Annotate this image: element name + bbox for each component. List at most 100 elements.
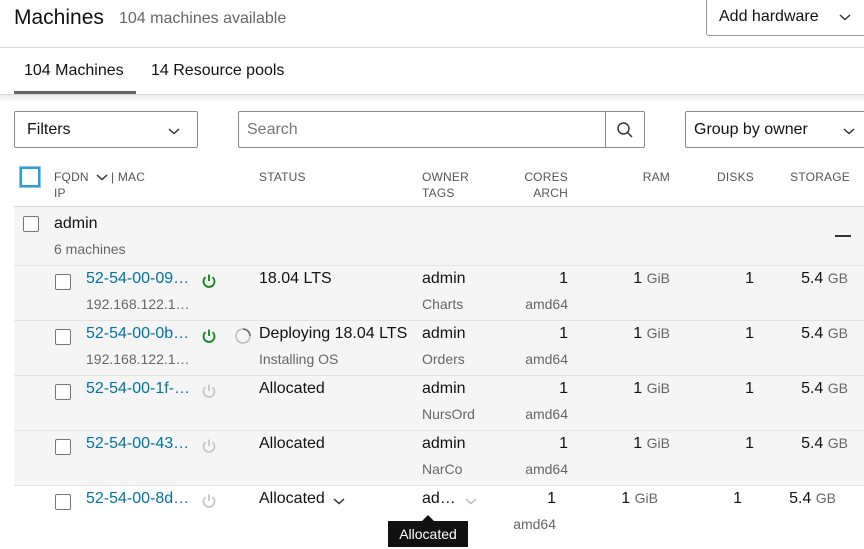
column-header-tags[interactable]: TAGS	[422, 185, 455, 201]
search-input[interactable]	[238, 111, 606, 148]
machine-status: 18.04 LTS	[259, 270, 332, 287]
machine-cores: 1	[559, 380, 568, 397]
sort-chevron-icon[interactable]	[95, 170, 109, 184]
ram-value: 1	[621, 490, 631, 507]
storage-unit: GB	[827, 380, 848, 396]
column-header-owner[interactable]: OWNER	[422, 169, 469, 185]
column-header-storage[interactable]: STORAGE	[790, 169, 850, 185]
ram-unit: GiB	[646, 325, 670, 341]
machine-fqdn-link[interactable]: 52-54-00-0b…	[86, 325, 189, 343]
machine-ram: 1 GiB	[633, 435, 670, 453]
column-header-arch[interactable]: ARCH	[533, 185, 568, 201]
machine-owner: ad…	[422, 490, 456, 507]
machine-arch: amd64	[525, 351, 568, 367]
table-header: FQDN | MAC IP STATUS OWNER TAGS CORES AR…	[14, 160, 864, 207]
machine-ram: 1 GiB	[633, 325, 670, 343]
ram-value: 1	[633, 325, 643, 342]
machine-storage: 5.4 GB	[801, 435, 848, 453]
machine-cores: 1	[559, 325, 568, 342]
select-all-checkbox[interactable]	[20, 167, 40, 187]
machine-fqdn-link[interactable]: 52-54-00-09…	[86, 270, 189, 288]
status-menu-chevron-icon[interactable]	[332, 494, 346, 508]
tab-machines[interactable]: 104 Machines	[24, 62, 124, 80]
collapse-group-icon[interactable]	[835, 235, 851, 237]
ram-unit: GiB	[646, 270, 670, 286]
spinner-icon	[235, 328, 251, 344]
table-row[interactable]: 52-54-00-0b… 192.168.122.1… Deploying 18…	[14, 321, 864, 376]
power-on-icon[interactable]	[200, 327, 218, 345]
machine-storage: 5.4 GB	[801, 325, 848, 343]
status-tooltip: Allocated	[388, 515, 468, 547]
storage-value: 5.4	[801, 435, 824, 452]
power-off-icon[interactable]	[200, 437, 218, 455]
column-header-ip[interactable]: IP	[54, 185, 66, 201]
add-hardware-button[interactable]: Add hardware	[706, 0, 864, 36]
machine-fqdn-link[interactable]: 52-54-00-1f-…	[86, 380, 190, 398]
column-header-disks[interactable]: DISKS	[717, 169, 754, 185]
owner-menu-chevron-icon[interactable]	[464, 494, 478, 508]
machine-ram: 1 GiB	[633, 380, 670, 398]
active-tab-indicator	[14, 91, 136, 94]
machine-disks: 1	[745, 435, 754, 452]
column-header-ram[interactable]: RAM	[643, 169, 670, 185]
row-checkbox[interactable]	[55, 384, 71, 400]
power-off-icon[interactable]	[200, 492, 218, 510]
tab-resource-pools[interactable]: 14 Resource pools	[151, 62, 284, 80]
header-shadow	[0, 95, 864, 103]
group-checkbox[interactable]	[23, 216, 39, 232]
ram-value: 1	[633, 270, 643, 287]
machine-storage: 5.4 GB	[801, 380, 848, 398]
group-by-label: Group by owner	[694, 121, 808, 138]
machine-status: Allocated	[259, 380, 325, 397]
row-checkbox[interactable]	[55, 274, 71, 290]
machine-status-detail: Installing OS	[259, 351, 339, 367]
machine-tags: NarCo	[422, 461, 463, 477]
storage-value: 5.4	[801, 325, 824, 342]
machine-storage: 5.4 GB	[789, 490, 836, 508]
machine-cores: 1	[559, 270, 568, 287]
machine-arch: amd64	[525, 406, 568, 422]
row-checkbox[interactable]	[55, 439, 71, 455]
row-checkbox[interactable]	[55, 494, 71, 510]
table-row[interactable]: 52-54-00-1f-… Allocated admin NursOrd 1 …	[14, 376, 864, 431]
column-header-fqdn[interactable]: FQDN	[54, 169, 89, 185]
machine-fqdn-link[interactable]: 52-54-00-8d…	[86, 490, 189, 508]
ram-value: 1	[633, 380, 643, 397]
machine-ram: 1 GiB	[621, 490, 658, 508]
storage-unit: GB	[815, 490, 836, 506]
search-icon	[617, 122, 633, 138]
group-name: admin	[54, 215, 98, 232]
group-machine-count: 6 machines	[54, 241, 126, 257]
ram-value: 1	[633, 435, 643, 452]
power-off-icon[interactable]	[200, 382, 218, 400]
ram-unit: GiB	[646, 380, 670, 396]
machine-disks: 1	[745, 380, 754, 397]
table-row[interactable]: 52-54-00-09… 192.168.122.1… 18.04 LTS ad…	[14, 266, 864, 321]
group-by-dropdown[interactable]: Group by owner	[685, 111, 864, 148]
machine-arch: amd64	[525, 461, 568, 477]
table-row[interactable]: 52-54-00-43… Allocated admin NarCo 1 amd…	[14, 431, 864, 486]
storage-unit: GB	[827, 325, 848, 341]
machine-status: Deploying 18.04 LTS	[259, 325, 408, 342]
machine-disks: 1	[733, 490, 742, 507]
machines-available-count: 104 machines available	[119, 10, 287, 27]
machine-ram: 1 GiB	[633, 270, 670, 288]
tab-bar: 104 Machines 14 Resource pools	[0, 49, 864, 95]
power-on-icon[interactable]	[200, 272, 218, 290]
page-title: Machines	[14, 6, 104, 29]
filters-dropdown[interactable]: Filters	[14, 111, 198, 148]
storage-value: 5.4	[801, 270, 824, 287]
ram-unit: GiB	[646, 435, 670, 451]
machine-tags: NursOrd	[422, 406, 475, 422]
storage-unit: GB	[827, 270, 848, 286]
row-checkbox[interactable]	[55, 329, 71, 345]
machine-owner: admin	[422, 380, 466, 397]
column-header-status[interactable]: STATUS	[259, 169, 306, 185]
owner-group-row: admin 6 machines	[14, 207, 864, 266]
column-header-mac[interactable]: | MAC	[111, 169, 145, 185]
column-header-cores[interactable]: CORES	[524, 169, 568, 185]
machine-fqdn-link[interactable]: 52-54-00-43…	[86, 435, 189, 453]
search-button[interactable]	[605, 111, 645, 148]
storage-value: 5.4	[801, 380, 824, 397]
machine-arch: amd64	[513, 516, 556, 532]
